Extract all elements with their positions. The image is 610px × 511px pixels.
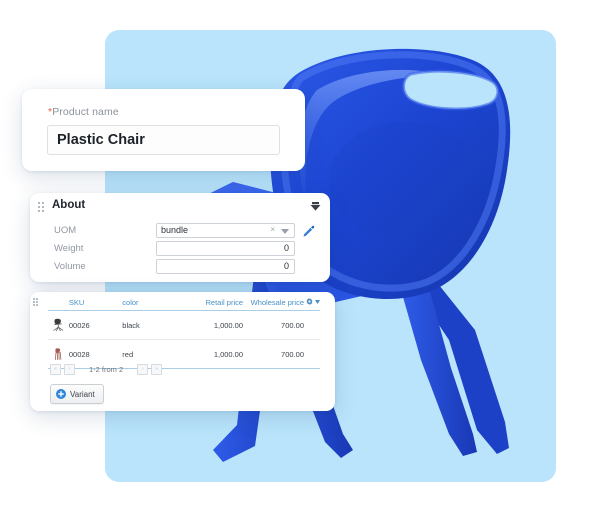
col-retail-price[interactable]: Retail price [187, 296, 244, 311]
plus-circle-icon [56, 389, 66, 399]
chevron-down-icon[interactable] [281, 229, 289, 234]
table-pagination: « ‹ 1-2 from 2 › » [50, 364, 163, 375]
about-row-volume: Volume 0 [30, 259, 330, 276]
product-name-label: *Product name [48, 106, 119, 118]
chevron-down-icon[interactable] [310, 202, 321, 211]
uom-value: bundle [161, 225, 189, 235]
chevron-down-icon [315, 299, 320, 304]
row-thumbnail [48, 310, 69, 340]
add-variant-label: Variant [70, 389, 95, 399]
volume-label: Volume [54, 261, 86, 272]
chair-black-thumb-icon [53, 318, 64, 332]
pencil-icon[interactable] [302, 224, 315, 237]
pagination-prev-button[interactable]: ‹ [64, 364, 75, 375]
col-thumbnail[interactable] [48, 296, 69, 311]
product-name-input[interactable] [47, 125, 280, 155]
volume-input[interactable]: 0 [156, 259, 295, 274]
cell-wholesale-price: 700.00 [243, 339, 320, 369]
gear-icon [306, 298, 313, 305]
screenshot-root: *Product name About UOM bundle × [0, 0, 610, 511]
uom-select[interactable]: bundle × [156, 223, 295, 238]
grid-settings-button[interactable] [306, 298, 320, 305]
pagination-label: 1-2 from 2 [89, 365, 124, 374]
product-name-label-text: Product name [52, 106, 119, 118]
weight-label: Weight [54, 243, 84, 254]
about-panel-title: About [52, 199, 86, 211]
variants-table: SKU color Retail price Wholesale price 0… [48, 296, 320, 369]
weight-input[interactable]: 0 [156, 241, 295, 256]
cell-color: black [122, 310, 188, 340]
pagination-next-button[interactable]: › [137, 364, 149, 375]
chair-red-thumb-icon [54, 348, 62, 360]
col-sku[interactable]: SKU [68, 296, 123, 311]
cell-sku: 00026 [68, 310, 123, 340]
cell-retail-price: 1,000.00 [187, 339, 244, 369]
product-name-card: *Product name [22, 89, 305, 171]
table-header-row: SKU color Retail price Wholesale price [48, 296, 320, 311]
about-panel-card: About UOM bundle × Weight 0 Volume 0 [30, 193, 330, 282]
col-wholesale-price-label: Wholesale price [250, 298, 304, 307]
col-color[interactable]: color [122, 296, 188, 311]
about-row-uom: UOM bundle × [30, 223, 330, 240]
clear-icon[interactable]: × [270, 225, 275, 234]
table-row[interactable]: 00026 black 1,000.00 700.00 [48, 310, 320, 340]
weight-value: 0 [283, 243, 289, 253]
pagination-last-button[interactable]: » [151, 364, 163, 375]
cell-wholesale-price: 700.00 [243, 310, 320, 340]
col-wholesale-price[interactable]: Wholesale price [243, 296, 320, 311]
drag-dots-icon[interactable] [38, 202, 47, 213]
add-variant-button[interactable]: Variant [50, 384, 104, 404]
drag-dots-icon[interactable] [33, 298, 40, 307]
cell-retail-price: 1,000.00 [187, 310, 244, 340]
volume-value: 0 [283, 261, 289, 271]
uom-label: UOM [54, 225, 77, 236]
variants-table-card: SKU color Retail price Wholesale price 0… [30, 292, 335, 411]
about-row-weight: Weight 0 [30, 241, 330, 258]
pagination-first-button[interactable]: « [50, 364, 61, 375]
